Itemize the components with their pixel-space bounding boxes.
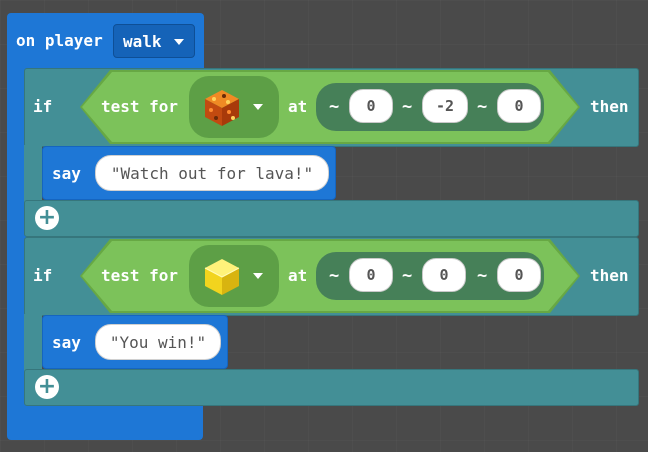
event-dropdown-value: walk (123, 32, 162, 51)
then-label-1: then (590, 97, 629, 116)
chevron-down-icon (253, 273, 263, 279)
position-input-1[interactable]: ~ 0 ~ -2 ~ 0 (316, 83, 544, 131)
say-label-2: say (52, 333, 81, 352)
say-text-1: Watch out for lava! (120, 163, 304, 183)
magma-block-icon (205, 90, 239, 126)
relative-tilde: ~ (329, 266, 340, 286)
gold-block-icon (204, 259, 240, 295)
if-block-2-arm (24, 314, 42, 372)
say-label-1: say (52, 164, 81, 183)
relative-tilde: ~ (402, 266, 413, 286)
chevron-down-icon (253, 104, 263, 110)
if-block-1-footer (24, 200, 639, 237)
x-coordinate-field[interactable]: 0 (349, 89, 393, 123)
if-block-2-footer (24, 369, 639, 406)
z-coordinate-field[interactable]: 0 (497, 89, 541, 123)
chevron-down-icon (174, 39, 184, 45)
at-label-1: at (288, 97, 308, 116)
relative-tilde: ~ (477, 97, 488, 117)
event-dropdown[interactable]: walk (113, 24, 195, 58)
quote-mark: " (109, 332, 120, 352)
quote-mark: " (303, 163, 314, 183)
add-branch-icon[interactable]: + (35, 375, 59, 399)
event-label: on player (16, 31, 103, 50)
y-coordinate-field[interactable]: 0 (422, 258, 466, 292)
position-input-2[interactable]: ~ 0 ~ 0 ~ 0 (316, 252, 544, 300)
at-label-2: at (288, 266, 308, 285)
if-label-1: if (33, 97, 53, 116)
say-block-2[interactable]: say " You win! " (42, 315, 228, 369)
say-block-1[interactable]: say " Watch out for lava! " (42, 146, 336, 200)
say-text-2: You win! (119, 332, 197, 352)
add-branch-icon[interactable]: + (35, 206, 59, 230)
relative-tilde: ~ (329, 97, 340, 117)
y-coordinate-field[interactable]: -2 (422, 89, 468, 123)
then-label-2: then (590, 266, 629, 285)
test-for-label-2: test for (101, 266, 179, 285)
if-label-2: if (33, 266, 53, 285)
test-for-label-1: test for (101, 97, 179, 116)
x-coordinate-field[interactable]: 0 (349, 258, 393, 292)
z-coordinate-field[interactable]: 0 (497, 258, 541, 292)
say-text-field-2[interactable]: " You win! " (95, 324, 221, 360)
relative-tilde: ~ (402, 97, 413, 117)
relative-tilde: ~ (477, 266, 488, 286)
block-selector-1[interactable] (189, 76, 279, 138)
block-selector-2[interactable] (189, 245, 279, 307)
say-text-field-1[interactable]: " Watch out for lava! " (95, 155, 329, 191)
quote-mark: " (196, 332, 207, 352)
quote-mark: " (110, 163, 121, 183)
if-block-1-arm (24, 145, 42, 203)
